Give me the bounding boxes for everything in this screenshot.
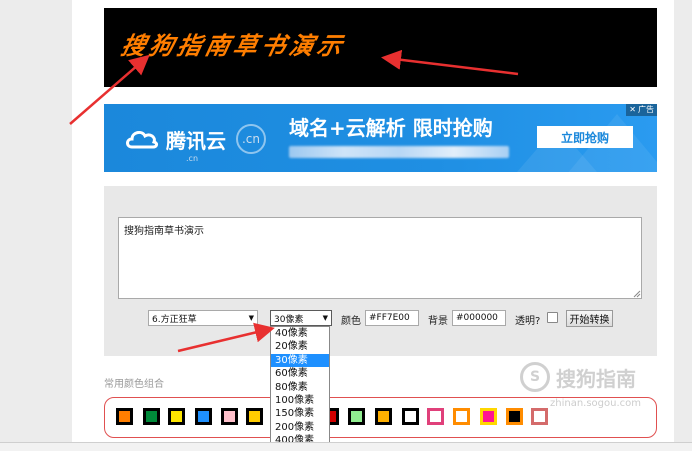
annotation-arrows — [69, 49, 519, 353]
arrow-to-size-select — [177, 322, 275, 353]
arrow-to-preview — [69, 54, 150, 125]
arrow-to-preview-right — [381, 49, 519, 76]
